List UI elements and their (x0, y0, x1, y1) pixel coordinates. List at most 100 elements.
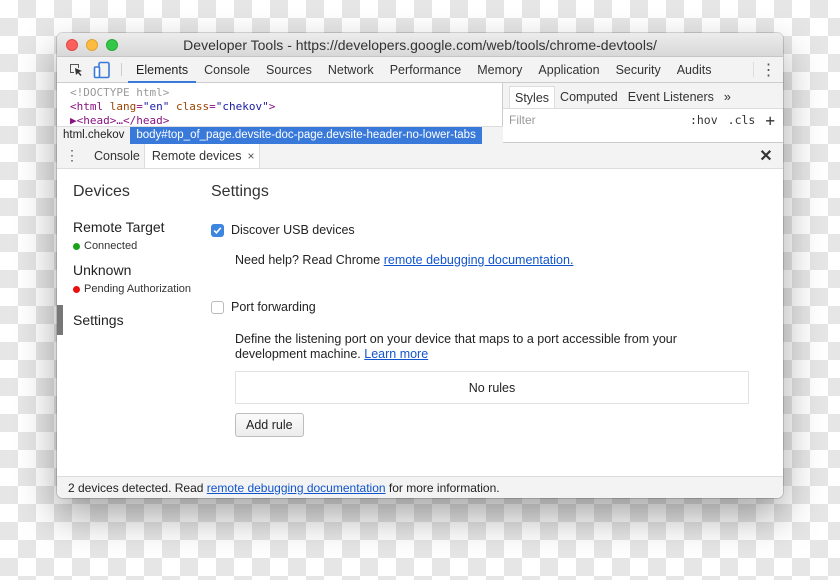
drawer-tab-console[interactable]: Console (87, 143, 144, 168)
tab-memory[interactable]: Memory (469, 57, 530, 82)
tab-event-listeners[interactable]: Event Listeners (623, 86, 719, 108)
status-text-suffix: for more information. (385, 481, 500, 495)
more-menu-button[interactable]: ⋮ (753, 61, 783, 79)
checkmark-icon (213, 226, 222, 234)
close-drawer-button[interactable]: ✕ (749, 143, 783, 168)
add-rule-button[interactable]: Add rule (235, 413, 304, 437)
tab-label: Application (538, 62, 600, 77)
port-forwarding-checkbox[interactable] (211, 300, 224, 314)
inspect-element-icon (70, 63, 82, 76)
discover-usb-checkbox-row[interactable]: Discover USB devices (211, 223, 783, 237)
close-window-button[interactable] (66, 39, 78, 51)
status-doc-link[interactable]: remote debugging documentation (207, 481, 386, 495)
dom-doctype[interactable]: <!DOCTYPE html> (70, 86, 502, 100)
settings-title: Settings (211, 183, 269, 200)
kebab-icon: ⋮ (760, 61, 777, 79)
drawer-tab-remote-devices[interactable]: Remote devices × (143, 143, 260, 168)
discover-usb-checkbox[interactable] (211, 223, 224, 237)
port-forwarding-description: Define the listening port on your device… (211, 332, 751, 362)
more-tabs-chevron-icon[interactable]: » (719, 86, 736, 108)
add-style-rule-button[interactable]: + (765, 111, 775, 130)
tab-audits[interactable]: Audits (669, 57, 720, 82)
attr-name: lang (109, 100, 137, 113)
status-text: Pending Authorization (84, 283, 192, 295)
devices-sidebar: Devices Remote Target Connected Unknown … (57, 169, 205, 471)
styles-filter-row: Filter :hov .cls + (503, 109, 783, 131)
help-text: Need help? Read Chrome (235, 253, 384, 267)
tab-label: Network (327, 62, 374, 77)
tag-name: <html (70, 100, 104, 113)
minimize-window-button[interactable] (86, 39, 98, 51)
devtools-window: Developer Tools - https://developers.goo… (57, 33, 783, 498)
elements-panel: <!DOCTYPE html> <html lang="en" class="c… (57, 83, 783, 144)
title-bar: Developer Tools - https://developers.goo… (57, 33, 783, 57)
close-tab-icon[interactable]: × (248, 149, 255, 163)
main-toolbar: Elements Console Sources Network Perform… (57, 57, 783, 83)
device-status: Connected (73, 240, 205, 252)
status-text: 2 devices detected. Read (68, 481, 207, 495)
port-forwarding-checkbox-row[interactable]: Port forwarding (211, 300, 783, 314)
tab-label: Sources (265, 62, 312, 77)
sidebar-title: Devices (73, 183, 130, 200)
window-title: Developer Tools - https://developers.goo… (183, 37, 657, 53)
tab-label: Console (94, 148, 140, 163)
tab-performance[interactable]: Performance (382, 57, 470, 82)
tab-label: Remote devices (151, 148, 242, 163)
drawer-menu-button[interactable]: ⋮ (57, 143, 87, 168)
tab-computed[interactable]: Computed (555, 86, 623, 108)
device-name: Unknown (73, 262, 132, 278)
inspect-element-button[interactable] (63, 57, 89, 82)
traffic-lights (66, 39, 118, 51)
tab-label: Elements (136, 62, 189, 77)
tab-label: Console (204, 62, 250, 77)
styles-tabbar: Styles Computed Event Listeners » (503, 83, 783, 109)
status-bar: 2 devices detected. Read remote debuggin… (57, 476, 783, 498)
attr-value: "chekov" (215, 100, 269, 113)
toolbar-separator (121, 63, 122, 76)
device-toolbar-icon (93, 61, 110, 78)
tab-styles[interactable]: Styles (509, 86, 556, 108)
device-name: Remote Target (73, 219, 165, 235)
dom-html-node[interactable]: <html lang="en" class="chekov"> (70, 100, 502, 114)
checkbox-label: Discover USB devices (231, 223, 355, 237)
close-icon: ✕ (759, 147, 773, 165)
checkbox-label: Port forwarding (231, 300, 316, 314)
tab-label: Audits (676, 62, 712, 77)
breadcrumb-html[interactable]: html.chekov (57, 127, 130, 144)
kebab-icon: ⋮ (65, 147, 79, 163)
tab-label: Performance (389, 62, 462, 77)
tab-elements[interactable]: Elements (128, 57, 197, 83)
tab-sources[interactable]: Sources (258, 57, 320, 82)
status-dot-icon (73, 242, 80, 250)
device-toolbar-button[interactable] (89, 57, 115, 82)
breadcrumb-body[interactable]: body#top_of_page.devsite-doc-page.devsit… (130, 126, 482, 144)
learn-more-link[interactable]: Learn more (364, 347, 428, 361)
styles-pane: Styles Computed Event Listeners » Filter… (503, 83, 783, 142)
attr-name: class (176, 100, 210, 113)
device-status: Pending Authorization (73, 283, 205, 295)
usb-help-text: Need help? Read Chrome remote debugging … (211, 253, 783, 267)
status-dot-icon (73, 285, 80, 293)
port-rules-list: No rules (235, 371, 749, 404)
zoom-window-button[interactable] (106, 39, 118, 51)
tab-network[interactable]: Network (320, 57, 382, 82)
tab-console[interactable]: Console (196, 57, 258, 82)
attr-value: "en" (142, 100, 170, 113)
drawer-tabbar: ⋮ Console Remote devices × ✕ (57, 143, 783, 169)
tab-label: Memory (477, 62, 523, 77)
sidebar-item-unknown[interactable]: Unknown Pending Authorization (57, 262, 205, 295)
description-text: Define the listening port on your device… (235, 332, 677, 361)
sidebar-item-settings[interactable]: Settings (57, 305, 205, 335)
tab-security[interactable]: Security (608, 57, 669, 82)
tab-application[interactable]: Application (530, 57, 607, 82)
hov-toggle[interactable]: :hov (690, 113, 718, 127)
styles-filter-input[interactable]: Filter (509, 113, 536, 127)
tab-label: Security (615, 62, 661, 77)
remote-debugging-doc-link[interactable]: remote debugging documentation. (384, 253, 574, 267)
no-rules-text: No rules (468, 380, 516, 395)
cls-toggle[interactable]: .cls (728, 113, 756, 127)
settings-main: Settings Discover USB devices Need help?… (205, 169, 783, 471)
sidebar-item-remote-target[interactable]: Remote Target Connected (57, 219, 205, 252)
breadcrumb: html.chekov body#top_of_page.devsite-doc… (57, 126, 503, 144)
remote-devices-panel: Devices Remote Target Connected Unknown … (57, 169, 783, 471)
